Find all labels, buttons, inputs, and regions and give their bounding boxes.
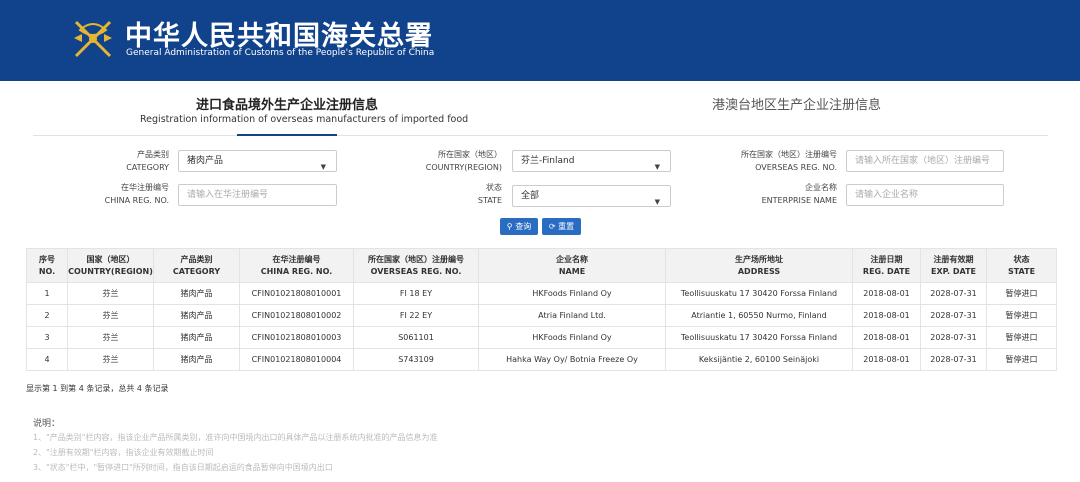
- category-select[interactable]: 猪肉产品 ▼: [178, 150, 337, 172]
- chevron-down-icon: ▼: [654, 198, 660, 206]
- cell-state: 暂停进口: [986, 304, 1057, 327]
- state-label: 状态 STATE: [477, 183, 502, 205]
- cell-reg-date: 2018-08-01: [852, 348, 921, 371]
- cell-exp-date: 2028-07-31: [920, 282, 987, 305]
- col-no: 序号 NO.: [26, 248, 68, 283]
- reset-button[interactable]: ⟳ 重置: [542, 218, 581, 235]
- cell-state: 暂停进口: [986, 282, 1057, 305]
- col-reg-date: 注册日期 REG. DATE: [852, 248, 921, 283]
- cell-no: 2: [26, 304, 68, 327]
- country-select-value: 芬兰-Finland: [521, 156, 575, 166]
- results-table: 序号 NO. 国家（地区） COUNTRY(REGION) 产品类别 CATEGORY…: [26, 248, 1057, 371]
- cell-no: 1: [26, 282, 68, 305]
- cell-address: Keksijäntie 2, 60100 Seinäjoki: [665, 348, 853, 371]
- tab-overseas-manufacturers-subtitle[interactable]: Registration information of overseas man…: [140, 114, 468, 125]
- col-china-reg: 在华注册编号 CHINA REG. NO.: [239, 248, 354, 283]
- reset-button-label: 重置: [558, 222, 575, 231]
- chevron-down-icon: ▼: [654, 163, 660, 171]
- pagination-info: 显示第 1 到第 4 条记录，总共 4 条记录: [26, 384, 169, 393]
- cell-exp-date: 2028-07-31: [920, 348, 987, 371]
- overseas-reg-label: 所在国家（地区）注册编号 OVERSEAS REG. NO.: [741, 150, 837, 172]
- active-tab-indicator: [237, 134, 337, 136]
- customs-emblem-icon: [74, 20, 112, 58]
- cell-name: Hahka Way Oy/ Botnia Freeze Oy: [478, 348, 666, 371]
- overseas-reg-input[interactable]: 请输入所在国家（地区）注册编号: [846, 150, 1004, 172]
- china-reg-label: 在华注册编号 CHINA REG. NO.: [104, 183, 169, 205]
- enterprise-label: 企业名称 ENTERPRISE NAME: [761, 183, 837, 205]
- state-select[interactable]: 全部 ▼: [512, 185, 671, 207]
- category-label: 产品类别 CATEGORY: [126, 150, 169, 172]
- cell-category: 猪肉产品: [153, 282, 240, 305]
- col-exp-date: 注册有效期 EXP. DATE: [920, 248, 987, 283]
- cell-china-reg: CFIN01021808010003: [239, 326, 354, 349]
- cell-name: Atria Finland Ltd.: [478, 304, 666, 327]
- table-row: 1 芬兰 猪肉产品 CFIN01021808010001 FI 18 EY HK…: [26, 282, 1057, 305]
- cell-country: 芬兰: [67, 282, 154, 305]
- cell-overseas-reg: S061101: [353, 326, 479, 349]
- cell-name: HKFoods Finland Oy: [478, 326, 666, 349]
- category-select-value: 猪肉产品: [187, 156, 224, 166]
- cell-exp-date: 2028-07-31: [920, 326, 987, 349]
- cell-category: 猪肉产品: [153, 348, 240, 371]
- tab-hk-macao-taiwan[interactable]: 港澳台地区生产企业注册信息: [712, 94, 881, 113]
- cell-address: Teollisuuskatu 17 30420 Forssa Finland: [665, 326, 853, 349]
- search-icon: ⚲: [506, 222, 513, 231]
- query-button[interactable]: ⚲ 查询: [500, 218, 538, 235]
- cell-china-reg: CFIN01021808010004: [239, 348, 354, 371]
- cell-category: 猪肉产品: [153, 326, 240, 349]
- china-reg-input[interactable]: 请输入在华注册编号: [178, 184, 337, 206]
- cell-country: 芬兰: [67, 326, 154, 349]
- table-header-row: 序号 NO. 国家（地区） COUNTRY(REGION) 产品类别 CATEGORY…: [26, 248, 1057, 283]
- cell-overseas-reg: FI 18 EY: [353, 282, 479, 305]
- cell-reg-date: 2018-08-01: [852, 326, 921, 349]
- cell-country: 芬兰: [67, 348, 154, 371]
- refresh-icon: ⟳: [548, 222, 556, 231]
- note-item: 1、"产品类别"栏内容，指该企业产品所属类别，准许向中国境内出口的具体产品以注册…: [33, 433, 438, 442]
- col-overseas-reg: 所在国家（地区）注册编号 OVERSEAS REG. NO.: [353, 248, 479, 283]
- cell-exp-date: 2028-07-31: [920, 304, 987, 327]
- tab-divider: [33, 135, 1048, 136]
- tab-overseas-manufacturers[interactable]: 进口食品境外生产企业注册信息: [196, 94, 378, 113]
- cell-address: Teollisuuskatu 17 30420 Forssa Finland: [665, 282, 853, 305]
- query-button-label: 查询: [515, 222, 532, 231]
- col-name: 企业名称 NAME: [478, 248, 666, 283]
- chevron-down-icon: ▼: [320, 163, 326, 171]
- table-row: 4 芬兰 猪肉产品 CFIN01021808010004 S743109 Hah…: [26, 348, 1057, 371]
- col-state: 状态 STATE: [986, 248, 1057, 283]
- col-address: 生产场所地址 ADDRESS: [665, 248, 853, 283]
- table-row: 3 芬兰 猪肉产品 CFIN01021808010003 S061101 HKF…: [26, 326, 1057, 349]
- note-item: 3、"状态"栏中，"暂停进口"所列时间，指自该日期起启运的食品暂停向中国境内出口: [33, 463, 333, 472]
- cell-country: 芬兰: [67, 304, 154, 327]
- note-item: 2、"注册有效期"栏内容，指该企业有效期截止时间: [33, 448, 214, 457]
- cell-state: 暂停进口: [986, 348, 1057, 371]
- cell-reg-date: 2018-08-01: [852, 304, 921, 327]
- country-select[interactable]: 芬兰-Finland ▼: [512, 150, 671, 172]
- cell-china-reg: CFIN01021808010001: [239, 282, 354, 305]
- brand-title-en: General Administration of Customs of the…: [126, 48, 435, 58]
- site-header: 中华人民共和国海关总署 General Administration of Cu…: [0, 0, 1080, 81]
- col-category: 产品类别 CATEGORY: [153, 248, 240, 283]
- enterprise-input[interactable]: 请输入企业名称: [846, 184, 1004, 206]
- cell-state: 暂停进口: [986, 326, 1057, 349]
- cell-category: 猪肉产品: [153, 304, 240, 327]
- notes-title: 说明：: [33, 419, 61, 429]
- cell-overseas-reg: S743109: [353, 348, 479, 371]
- cell-address: Atriantie 1, 60550 Nurmo, Finland: [665, 304, 853, 327]
- table-row: 2 芬兰 猪肉产品 CFIN01021808010002 FI 22 EY At…: [26, 304, 1057, 327]
- cell-no: 3: [26, 326, 68, 349]
- cell-name: HKFoods Finland Oy: [478, 282, 666, 305]
- cell-overseas-reg: FI 22 EY: [353, 304, 479, 327]
- state-select-value: 全部: [521, 191, 540, 201]
- country-label: 所在国家（地区） COUNTRY(REGION): [425, 150, 502, 172]
- col-country: 国家（地区） COUNTRY(REGION): [67, 248, 154, 283]
- cell-reg-date: 2018-08-01: [852, 282, 921, 305]
- cell-china-reg: CFIN01021808010002: [239, 304, 354, 327]
- cell-no: 4: [26, 348, 68, 371]
